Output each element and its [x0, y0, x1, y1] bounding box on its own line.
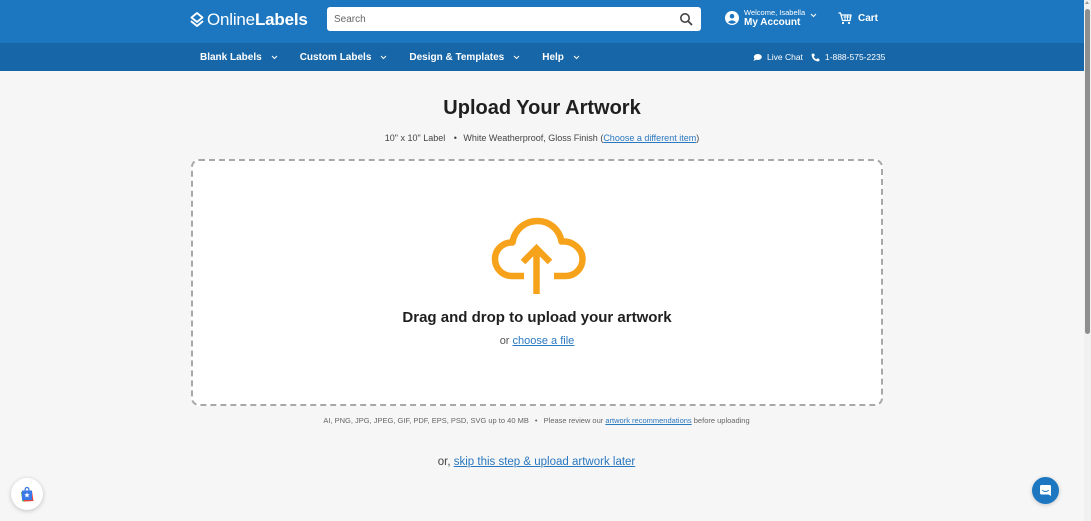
logo-text-labels: Labels — [254, 10, 308, 29]
paren-close: ) — [696, 133, 700, 143]
cart-label: Cart — [858, 13, 879, 24]
shopping-bag-star-icon — [20, 486, 33, 501]
chat-support-button[interactable] — [1032, 477, 1059, 504]
separator-dot: • — [453, 133, 457, 143]
scrollbar-thumb[interactable] — [1085, 9, 1090, 334]
search-bar — [327, 7, 701, 31]
page-title: Upload Your Artwork — [443, 97, 641, 119]
scroll-up-arrow-icon[interactable] — [1085, 1, 1089, 4]
separator-dot: • — [534, 416, 538, 425]
welcome-text: Welcome, Isabella — [744, 8, 806, 17]
shopping-rewards-button[interactable] — [11, 478, 43, 510]
contact-links: Live Chat 1-888-575-2235 — [753, 43, 885, 71]
item-material: White Weatherproof, Gloss Finish — [463, 133, 598, 143]
skip-step-link[interactable]: skip this step & upload artwork later — [454, 456, 636, 468]
nav-item-help[interactable]: Help — [542, 52, 580, 63]
chevron-down-icon — [381, 55, 387, 59]
nav-item-blank-labels[interactable]: Blank Labels — [200, 52, 278, 63]
skip-step-line: or, skip this step & upload artwork late… — [0, 456, 1073, 468]
dropzone-or-line: or choose a file — [193, 335, 881, 347]
choose-file-link[interactable]: choose a file — [513, 335, 575, 347]
search-input[interactable] — [327, 7, 679, 31]
or-text: or — [499, 335, 510, 347]
user-icon — [725, 11, 739, 26]
skip-prefix: or, — [437, 456, 451, 468]
chat-bubble-icon — [753, 53, 762, 61]
main-menu: Blank Labels Custom Labels Design & Temp… — [200, 43, 602, 71]
cloud-upload-icon — [491, 217, 586, 294]
chat-message-icon — [1040, 485, 1051, 496]
nav-item-label: Blank Labels — [200, 51, 262, 63]
accepted-formats: AI, PNG, JPG, JPEG, GIF, PDF, EPS, PSD, … — [323, 416, 529, 425]
phone-icon — [811, 53, 820, 61]
dropzone-title: Drag and drop to upload your artwork — [402, 309, 672, 326]
cart-icon — [838, 12, 852, 25]
live-chat-label: Live Chat — [767, 52, 803, 62]
file-format-info: AI, PNG, JPG, JPEG, GIF, PDF, EPS, PSD, … — [0, 416, 1073, 425]
logo[interactable]: Online Labels — [190, 10, 308, 30]
upload-dropzone[interactable]: Drag and drop to upload your artwork or … — [191, 159, 883, 406]
chevron-down-icon — [573, 55, 580, 59]
logo-icon — [190, 12, 204, 27]
artwork-recommendations-link[interactable]: artwork recommendations — [605, 416, 691, 425]
item-size: 10" x 10" Label — [384, 133, 446, 143]
selected-item-info: 10" x 10" Label • White Weatherproof, Gl… — [0, 133, 1084, 143]
page-scrollbar[interactable] — [1084, 0, 1091, 521]
chevron-down-icon — [810, 13, 817, 17]
review-suffix: before uploading — [693, 416, 750, 425]
search-icon[interactable] — [679, 12, 693, 26]
nav-item-label: Help — [542, 51, 564, 63]
nav-item-design-templates[interactable]: Design & Templates — [409, 52, 520, 63]
nav-item-custom-labels[interactable]: Custom Labels — [300, 52, 388, 63]
live-chat-link[interactable]: Live Chat — [753, 52, 803, 62]
cart-button[interactable]: Cart — [838, 12, 878, 25]
nav-item-label: Design & Templates — [409, 51, 505, 63]
choose-different-item-link[interactable]: Choose a different item — [603, 133, 696, 143]
chevron-down-icon — [271, 55, 278, 59]
my-account-label: My Account — [744, 16, 801, 28]
my-account-menu[interactable]: Welcome, Isabella My Account — [725, 9, 817, 28]
phone-number: 1-888-575-2235 — [824, 52, 886, 62]
chevron-down-icon — [513, 55, 520, 59]
nav-item-label: Custom Labels — [299, 51, 372, 63]
logo-text-online: Online — [207, 10, 255, 29]
review-prefix: Please review our — [543, 416, 604, 425]
phone-link[interactable]: 1-888-575-2235 — [811, 52, 886, 62]
